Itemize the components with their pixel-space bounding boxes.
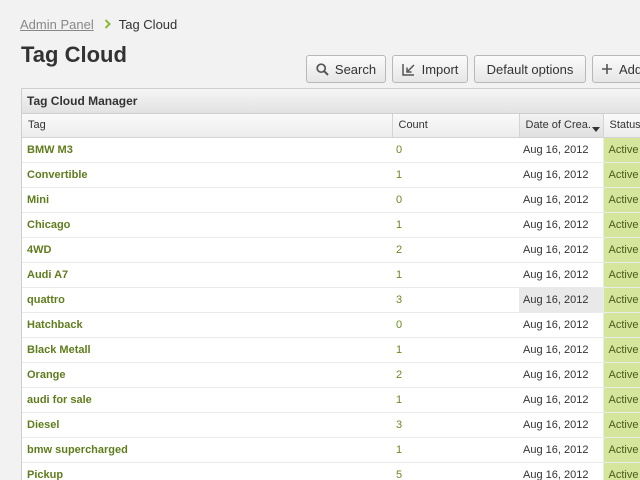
table-row[interactable]: quattro 3 Aug 16, 2012 Active	[22, 287, 640, 313]
column-header-status[interactable]: Status	[603, 114, 640, 138]
status-cell: Active	[602, 362, 640, 388]
status-cell: Active	[602, 287, 640, 313]
table-row[interactable]: Chicago 1 Aug 16, 2012 Active	[22, 212, 640, 238]
table-row[interactable]: BMW M3 0 Aug 16, 2012 Active	[22, 137, 640, 163]
table-row[interactable]: Mini 0 Aug 16, 2012 Active	[22, 187, 640, 213]
tag-cell[interactable]: Hatchback	[22, 312, 392, 338]
table-row[interactable]: Audi A7 1 Aug 16, 2012 Active	[22, 262, 640, 288]
count-cell: 1	[392, 262, 519, 288]
column-header-tag[interactable]: Tag	[22, 114, 393, 138]
tag-cell[interactable]: bmw supercharged	[22, 437, 392, 463]
tag-cell[interactable]: Diesel	[22, 412, 392, 438]
plus-icon	[601, 63, 613, 75]
date-cell: Aug 16, 2012	[519, 162, 604, 188]
date-cell: Aug 16, 2012	[519, 287, 604, 313]
date-cell: Aug 16, 2012	[519, 187, 604, 213]
status-cell: Active	[602, 312, 640, 338]
default-options-button[interactable]: Default options	[474, 55, 586, 83]
tag-cell[interactable]: Orange	[22, 362, 392, 388]
status-cell: Active	[602, 337, 640, 363]
tag-cell[interactable]: Audi A7	[22, 262, 392, 288]
count-cell: 1	[392, 212, 519, 238]
count-cell: 2	[392, 237, 519, 263]
status-cell: Active	[602, 137, 640, 163]
toolbar: Search Import Default options Add	[306, 55, 640, 83]
search-button[interactable]: Search	[306, 55, 386, 83]
count-cell: 3	[392, 412, 519, 438]
date-cell: Aug 16, 2012	[519, 437, 604, 463]
date-cell: Aug 16, 2012	[519, 237, 604, 263]
status-cell: Active	[602, 212, 640, 238]
import-icon	[401, 63, 416, 76]
column-header-date-label: Date of Crea.	[525, 119, 591, 132]
panel-title: Tag Cloud Manager	[22, 89, 640, 114]
count-cell: 1	[392, 162, 519, 188]
column-header-count[interactable]: Count	[392, 114, 520, 138]
status-cell: Active	[602, 462, 640, 480]
date-cell: Aug 16, 2012	[519, 412, 604, 438]
count-cell: 1	[392, 337, 519, 363]
tag-cloud-manager-panel: Tag Cloud Manager Tag Count Date of Crea…	[21, 88, 640, 480]
tag-cell[interactable]: Chicago	[22, 212, 392, 238]
table-row[interactable]: Orange 2 Aug 16, 2012 Active	[22, 362, 640, 388]
count-cell: 2	[392, 362, 519, 388]
date-cell: Aug 16, 2012	[519, 262, 604, 288]
table-row[interactable]: bmw supercharged 1 Aug 16, 2012 Active	[22, 437, 640, 463]
table-row[interactable]: 4WD 2 Aug 16, 2012 Active	[22, 237, 640, 263]
status-cell: Active	[602, 387, 640, 413]
date-cell: Aug 16, 2012	[519, 212, 604, 238]
breadcrumb: Admin Panel Tag Cloud	[20, 15, 177, 33]
status-cell: Active	[602, 162, 640, 188]
count-cell: 1	[392, 437, 519, 463]
add-button[interactable]: Add	[592, 55, 640, 83]
date-cell: Aug 16, 2012	[519, 337, 604, 363]
table-body: BMW M3 0 Aug 16, 2012 Active Convertible 1 Aug…	[22, 137, 640, 480]
status-cell: Active	[602, 412, 640, 438]
import-button[interactable]: Import	[392, 55, 468, 83]
status-cell: Active	[602, 187, 640, 213]
table-row[interactable]: Diesel 3 Aug 16, 2012 Active	[22, 412, 640, 438]
tag-cell[interactable]: audi for sale	[22, 387, 392, 413]
status-cell: Active	[602, 437, 640, 463]
table-row[interactable]: Hatchback 0 Aug 16, 2012 Active	[22, 312, 640, 338]
count-cell: 5	[392, 462, 519, 480]
table-header-row: Tag Count Date of Crea. Status	[22, 114, 640, 138]
tag-cell[interactable]: Black Metall	[22, 337, 392, 363]
date-cell: Aug 16, 2012	[519, 362, 604, 388]
add-button-label: Add	[619, 61, 640, 77]
chevron-right-icon	[104, 19, 111, 29]
count-cell: 0	[392, 312, 519, 338]
sort-down-icon[interactable]	[591, 123, 600, 135]
date-cell: Aug 16, 2012	[519, 137, 604, 163]
date-cell: Aug 16, 2012	[519, 387, 604, 413]
tag-cell[interactable]: Pickup	[22, 462, 392, 480]
tag-table: Tag Count Date of Crea. Status BMW M3 0 Au…	[22, 114, 640, 480]
status-cell: Active	[602, 237, 640, 263]
status-cell: Active	[602, 262, 640, 288]
search-button-label: Search	[334, 61, 377, 77]
table-row[interactable]: Black Metall 1 Aug 16, 2012 Active	[22, 337, 640, 363]
count-cell: 3	[392, 287, 519, 313]
tag-cell[interactable]: Mini	[22, 187, 392, 213]
tag-cell[interactable]: 4WD	[22, 237, 392, 263]
default-options-button-label: Default options	[486, 61, 574, 77]
count-cell: 0	[392, 137, 519, 163]
count-cell: 0	[392, 187, 519, 213]
import-button-label: Import	[421, 61, 459, 77]
breadcrumb-current: Tag Cloud	[118, 16, 178, 32]
tag-cell[interactable]: quattro	[22, 287, 392, 313]
count-cell: 1	[392, 387, 519, 413]
date-cell: Aug 16, 2012	[519, 312, 604, 338]
page: Admin Panel Tag Cloud Tag Cloud Search I…	[0, 0, 640, 480]
page-title: Tag Cloud	[21, 42, 127, 67]
tag-cell[interactable]: BMW M3	[22, 137, 392, 163]
magnifier-icon	[316, 62, 329, 76]
date-cell: Aug 16, 2012	[519, 462, 604, 480]
table-row[interactable]: Pickup 5 Aug 16, 2012 Active	[22, 462, 640, 480]
table-row[interactable]: audi for sale 1 Aug 16, 2012 Active	[22, 387, 640, 413]
table-row[interactable]: Convertible 1 Aug 16, 2012 Active	[22, 162, 640, 188]
breadcrumb-admin-panel-link[interactable]: Admin Panel	[20, 17, 94, 32]
tag-cell[interactable]: Convertible	[22, 162, 392, 188]
column-header-date[interactable]: Date of Crea.	[519, 114, 604, 138]
